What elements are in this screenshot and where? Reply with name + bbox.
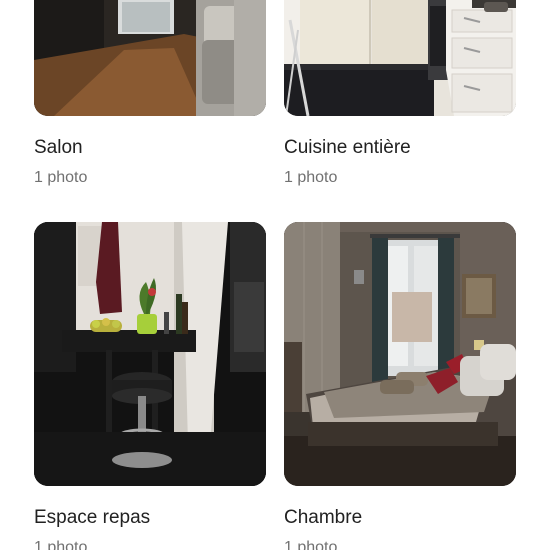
room-card-espace-repas[interactable]: Espace repas 1 photo (34, 222, 266, 550)
room-title: Espace repas (34, 507, 151, 528)
room-card-salon[interactable]: Salon 1 photo (34, 0, 266, 186)
room-title: Salon (34, 137, 83, 158)
room-photo-count: 1 photo (284, 539, 338, 550)
kitchen-photo (284, 0, 516, 116)
room-photo-chambre[interactable] (284, 222, 516, 486)
photo-tour-grid: Salon 1 photo Cuisine entière 1 photo Es… (0, 0, 550, 550)
room-card-chambre[interactable]: Chambre 1 photo (284, 222, 516, 550)
room-title: Cuisine entière (284, 137, 411, 158)
living-room-photo (34, 0, 266, 116)
bedroom-photo (284, 222, 516, 486)
room-photo-count: 1 photo (34, 169, 88, 186)
room-photo-espace-repas[interactable] (34, 222, 266, 486)
room-photo-count: 1 photo (34, 539, 88, 550)
room-title: Chambre (284, 507, 363, 528)
room-photo-salon[interactable] (34, 0, 266, 116)
room-photo-cuisine[interactable] (284, 0, 516, 116)
room-card-cuisine[interactable]: Cuisine entière 1 photo (284, 0, 516, 186)
room-photo-count: 1 photo (284, 169, 338, 186)
dining-photo (34, 222, 266, 486)
